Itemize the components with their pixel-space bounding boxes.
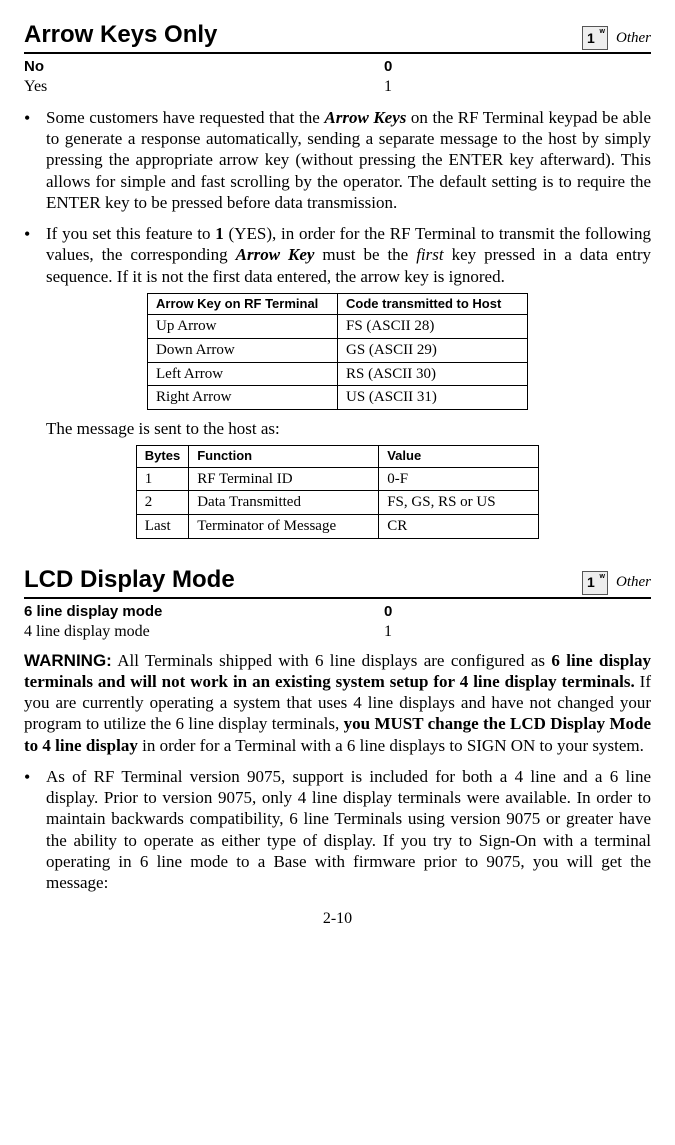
table-row: 2Data TransmittedFS, GS, RS or US xyxy=(136,491,538,515)
table-header: Code transmitted to Host xyxy=(338,293,528,314)
table-header: Bytes xyxy=(136,446,188,467)
bullet-item: • Some customers have requested that the… xyxy=(24,107,651,213)
option-row: 4 line display mode 1 xyxy=(24,622,651,642)
section-title: LCD Display Mode xyxy=(24,565,235,595)
table-header: Function xyxy=(189,446,379,467)
option-row: No 0 xyxy=(24,58,651,77)
section-tagbox: 1 Other xyxy=(582,26,651,50)
table-row: LastTerminator of MessageCR xyxy=(136,515,538,539)
option-label: 6 line display mode xyxy=(24,603,384,622)
bullet-text: Some customers have requested that the A… xyxy=(46,107,651,213)
bullet-icon: • xyxy=(24,223,46,287)
key-1-icon: 1 xyxy=(582,26,608,50)
option-value: 0 xyxy=(384,58,392,77)
bullet-icon: • xyxy=(24,107,46,213)
table-row: Left ArrowRS (ASCII 30) xyxy=(148,362,528,386)
warning-paragraph: WARNING: All Terminals shipped with 6 li… xyxy=(24,650,651,756)
option-label: 4 line display mode xyxy=(24,622,384,642)
bullet-item: • As of RF Terminal version 9075, suppor… xyxy=(24,766,651,894)
bullet-text: As of RF Terminal version 9075, support … xyxy=(46,766,651,894)
table-header-row: Arrow Key on RF Terminal Code transmitte… xyxy=(148,293,528,314)
section-category: Other xyxy=(616,573,651,592)
key-1-icon: 1 xyxy=(582,571,608,595)
bullet-text: If you set this feature to 1 (YES), in o… xyxy=(46,223,651,287)
section-tagbox: 1 Other xyxy=(582,571,651,595)
arrow-code-table: Arrow Key on RF Terminal Code transmitte… xyxy=(147,293,528,410)
option-label: Yes xyxy=(24,77,384,97)
message-format-table: Bytes Function Value 1RF Terminal ID0-F … xyxy=(136,445,539,539)
table-header: Arrow Key on RF Terminal xyxy=(148,293,338,314)
option-value: 1 xyxy=(384,77,392,97)
option-row: Yes 1 xyxy=(24,77,651,97)
message-intro: The message is sent to the host as: xyxy=(46,418,651,439)
table-row: Right ArrowUS (ASCII 31) xyxy=(148,386,528,410)
option-value: 0 xyxy=(384,603,392,622)
option-value: 1 xyxy=(384,622,392,642)
table-row: Down ArrowGS (ASCII 29) xyxy=(148,338,528,362)
table-row: 1RF Terminal ID0-F xyxy=(136,467,538,491)
table-header: Value xyxy=(379,446,539,467)
option-list-lcd: 6 line display mode 0 4 line display mod… xyxy=(24,603,651,642)
bullet-icon: • xyxy=(24,766,46,894)
table-row: Up ArrowFS (ASCII 28) xyxy=(148,315,528,339)
page-number: 2-10 xyxy=(24,909,651,929)
section-header-arrow-keys: Arrow Keys Only 1 Other xyxy=(24,20,651,54)
option-label: No xyxy=(24,58,384,77)
section-category: Other xyxy=(616,29,651,48)
warning-label: WARNING: xyxy=(24,651,112,670)
section-header-lcd: LCD Display Mode 1 Other xyxy=(24,565,651,599)
option-row: 6 line display mode 0 xyxy=(24,603,651,622)
table-header-row: Bytes Function Value xyxy=(136,446,538,467)
section-title: Arrow Keys Only xyxy=(24,20,217,50)
option-list-arrow: No 0 Yes 1 xyxy=(24,58,651,97)
bullet-item: • If you set this feature to 1 (YES), in… xyxy=(24,223,651,287)
